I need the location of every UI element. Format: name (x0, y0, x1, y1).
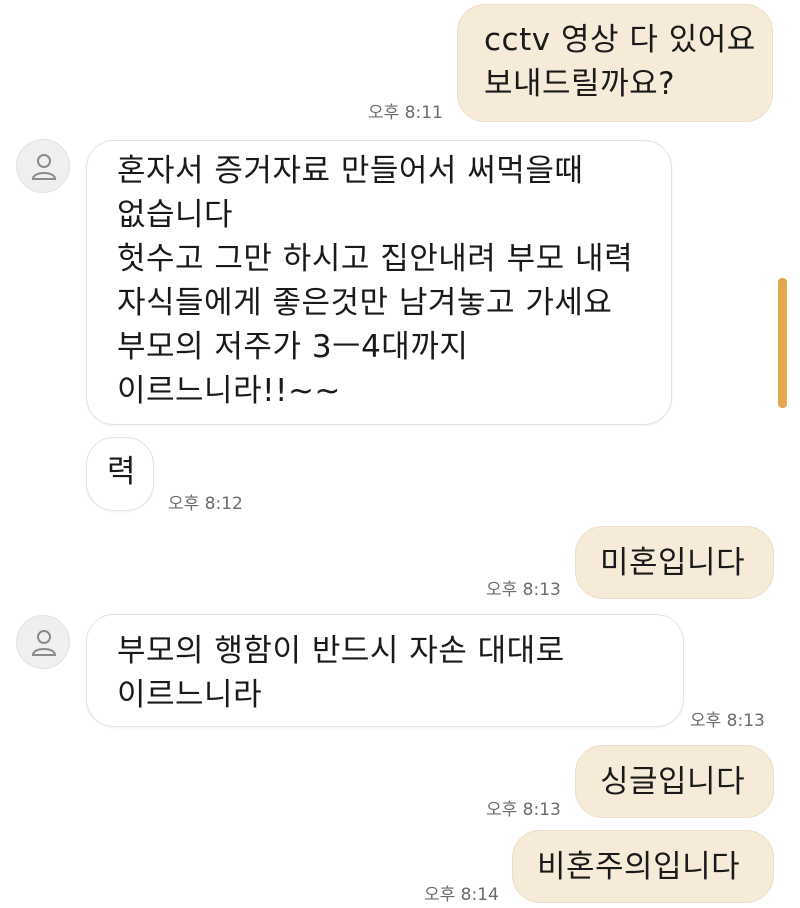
message-time: 오후 8:13 (690, 711, 765, 731)
user-silhouette-icon (31, 154, 57, 180)
outgoing-message-bubble[interactable]: 비혼주의입니다 (512, 830, 774, 903)
outgoing-message-bubble[interactable]: 싱글입니다 (575, 745, 774, 818)
sender-avatar[interactable] (16, 615, 70, 669)
user-silhouette-icon (31, 630, 57, 656)
incoming-message-bubble[interactable]: 력 (86, 437, 154, 511)
incoming-message-bubble[interactable]: 부모의 행함이 반드시 자손 대대로 이르느니라 (86, 614, 684, 727)
message-time: 오후 8:12 (168, 494, 243, 514)
message-time: 오후 8:13 (486, 580, 561, 600)
message-time: 오후 8:11 (368, 103, 443, 123)
message-time: 오후 8:13 (486, 800, 561, 820)
outgoing-message-bubble[interactable]: 미혼입니다 (575, 526, 774, 599)
scrollbar-thumb[interactable] (778, 278, 787, 408)
outgoing-message-bubble[interactable]: cctv 영상 다 있어요 보내드릴까요? (457, 4, 773, 122)
incoming-message-bubble[interactable]: 혼자서 증거자료 만들어서 써먹을때 없습니다 헛수고 그만 하시고 집안내려 … (86, 140, 672, 425)
message-time: 오후 8:14 (424, 885, 499, 905)
sender-avatar[interactable] (16, 139, 70, 193)
